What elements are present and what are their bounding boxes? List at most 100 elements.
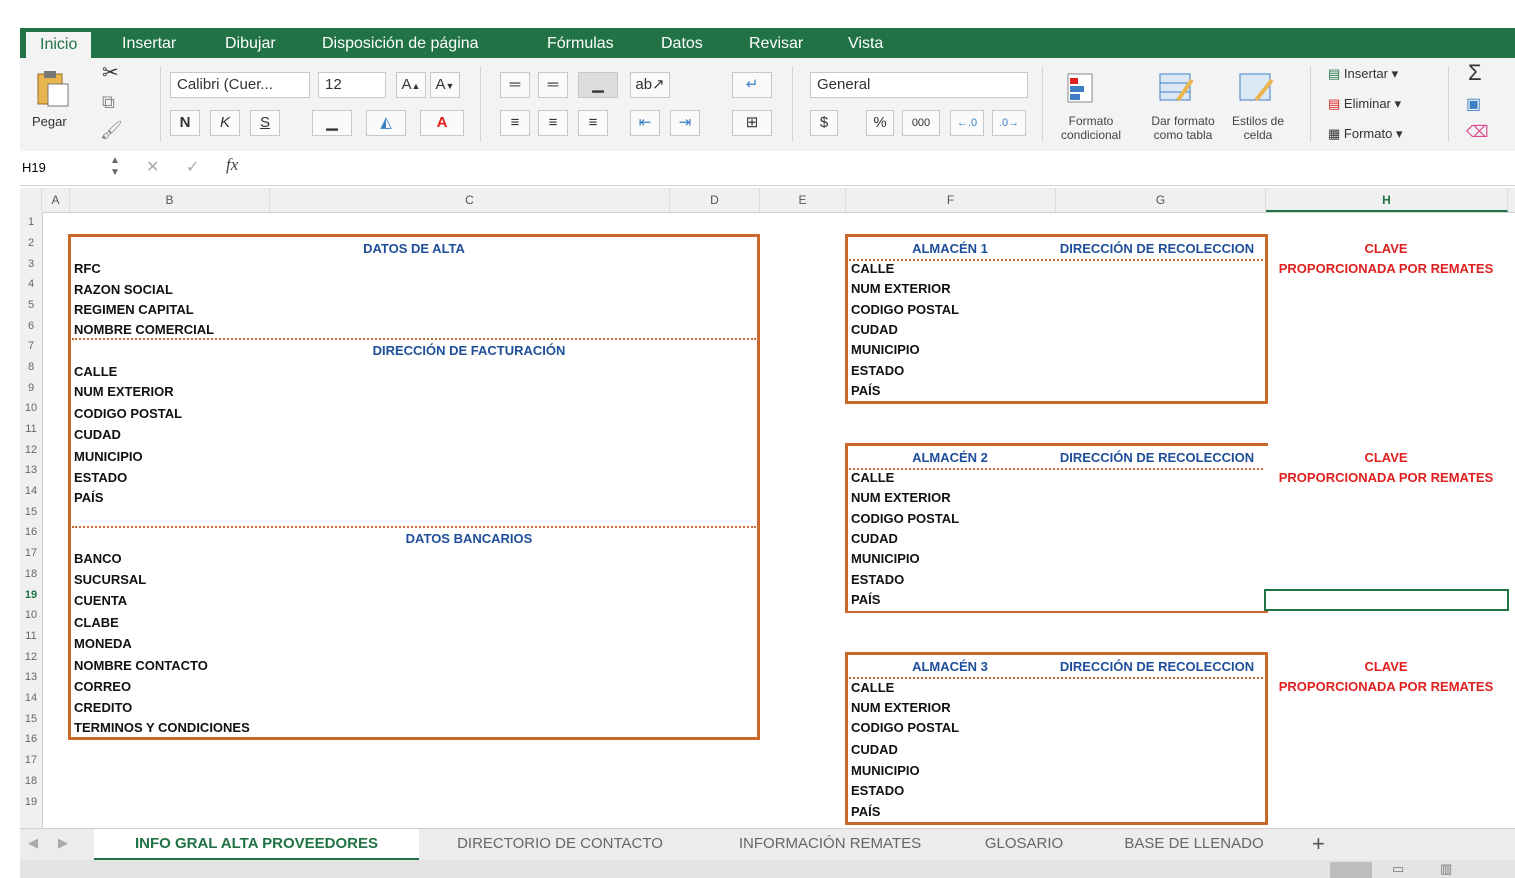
borders-button[interactable]: ▁: [312, 110, 352, 136]
formula-input[interactable]: [260, 155, 1510, 181]
row-header[interactable]: 14: [20, 692, 42, 704]
column-header-a[interactable]: A: [42, 188, 70, 212]
wrap-text-button[interactable]: ↵: [732, 72, 772, 98]
row-header[interactable]: 12: [20, 651, 42, 663]
copy-icon[interactable]: ⧉: [102, 92, 115, 113]
column-header-g[interactable]: G: [1056, 188, 1266, 212]
tab-formulas[interactable]: Fórmulas: [547, 28, 614, 58]
row-header[interactable]: 19: [20, 589, 42, 601]
italic-button[interactable]: K: [210, 110, 240, 136]
row-header[interactable]: 17: [20, 754, 42, 766]
row-header[interactable]: 14: [20, 485, 42, 497]
row-header[interactable]: 9: [20, 382, 42, 394]
paste-button[interactable]: [32, 68, 72, 108]
autosum-button[interactable]: Σ: [1468, 60, 1482, 86]
function-icon[interactable]: fx: [226, 155, 238, 175]
bold-button[interactable]: N: [170, 110, 200, 136]
row-header[interactable]: 6: [20, 320, 42, 332]
page-layout-icon[interactable]: ▭: [1392, 861, 1404, 877]
increase-indent-button[interactable]: ⇥: [670, 110, 700, 136]
row-header[interactable]: 10: [20, 402, 42, 414]
font-name-select[interactable]: Calibri (Cuer...: [170, 72, 310, 98]
format-as-table-button[interactable]: [1156, 70, 1206, 110]
tab-vista[interactable]: Vista: [848, 28, 883, 58]
row-header[interactable]: 13: [20, 464, 42, 476]
thousands-button[interactable]: 000: [902, 110, 940, 136]
column-header-c[interactable]: C: [270, 188, 670, 212]
normal-view-icon[interactable]: [1330, 862, 1372, 878]
row-header[interactable]: 11: [20, 630, 42, 642]
row-header[interactable]: 12: [20, 444, 42, 456]
insert-cells-button[interactable]: ▤ Insertar ▾: [1328, 66, 1398, 82]
tab-datos[interactable]: Datos: [661, 28, 703, 58]
tab-dibujar[interactable]: Dibujar: [225, 28, 276, 58]
tab-inicio[interactable]: Inicio: [26, 32, 92, 58]
cut-icon[interactable]: ✂: [102, 60, 119, 85]
row-header[interactable]: 3: [20, 258, 42, 270]
enter-icon[interactable]: ✓: [186, 157, 199, 177]
scroll-left-icon[interactable]: ◀: [28, 835, 38, 851]
underline-button[interactable]: S: [250, 110, 280, 136]
increase-decimal-button[interactable]: ←.0: [950, 110, 984, 136]
format-painter-icon[interactable]: 🖌: [100, 120, 123, 141]
sheet-tab-directorio[interactable]: DIRECTORIO DE CONTACTO: [419, 829, 701, 861]
fill-down-icon[interactable]: ▣: [1466, 94, 1481, 114]
column-header-b[interactable]: B: [70, 188, 270, 212]
row-header[interactable]: 16: [20, 733, 42, 745]
cell-styles-button[interactable]: [1236, 70, 1286, 110]
column-header-f[interactable]: F: [846, 188, 1056, 212]
column-header-e[interactable]: E: [760, 188, 846, 212]
add-sheet-button[interactable]: +: [1312, 831, 1325, 857]
tab-revisar[interactable]: Revisar: [749, 28, 803, 58]
font-color-button[interactable]: A: [420, 110, 464, 136]
row-header[interactable]: 1: [20, 216, 42, 228]
scroll-right-icon[interactable]: ▶: [58, 835, 68, 851]
currency-button[interactable]: $: [810, 110, 838, 136]
row-header[interactable]: 18: [20, 568, 42, 580]
row-header[interactable]: 8: [20, 361, 42, 373]
eraser-icon[interactable]: ⌫: [1466, 122, 1489, 142]
align-top-button[interactable]: ═: [500, 72, 530, 98]
font-size-select[interactable]: 12: [318, 72, 386, 98]
row-header[interactable]: 11: [20, 423, 42, 435]
column-header-d[interactable]: D: [670, 188, 760, 212]
name-box-stepper[interactable]: ▲ ▼: [110, 155, 120, 179]
align-right-button[interactable]: ≡: [578, 110, 608, 136]
tab-insertar[interactable]: Insertar: [122, 28, 176, 58]
format-cells-button[interactable]: ▦ Formato ▾: [1328, 126, 1402, 142]
row-header[interactable]: 13: [20, 671, 42, 683]
row-header[interactable]: 10: [20, 609, 42, 621]
row-header[interactable]: 15: [20, 713, 42, 725]
select-all-corner[interactable]: [20, 188, 42, 212]
merge-button[interactable]: ⊞: [732, 110, 772, 136]
decrease-decimal-button[interactable]: .0→: [992, 110, 1026, 136]
decrease-indent-button[interactable]: ⇤: [630, 110, 660, 136]
row-header[interactable]: 7: [20, 340, 42, 352]
tab-disposicion[interactable]: Disposición de página: [322, 28, 479, 58]
row-header[interactable]: 2: [20, 237, 42, 249]
name-box[interactable]: H19: [20, 156, 122, 180]
conditional-format-button[interactable]: [1064, 70, 1114, 110]
fill-color-button[interactable]: ◭: [366, 110, 406, 136]
row-header[interactable]: 17: [20, 547, 42, 559]
grow-font-button[interactable]: A▲: [396, 72, 426, 98]
row-header[interactable]: 5: [20, 299, 42, 311]
align-left-button[interactable]: ≡: [500, 110, 530, 136]
row-header[interactable]: 19: [20, 796, 42, 808]
row-header[interactable]: 4: [20, 278, 42, 290]
sheet-tab-base-llenado[interactable]: BASE DE LLENADO: [1089, 829, 1299, 861]
delete-cells-button[interactable]: ▤ Eliminar ▾: [1328, 96, 1401, 112]
orientation-button[interactable]: ab↗: [630, 72, 670, 98]
shrink-font-button[interactable]: A▼: [430, 72, 460, 98]
selected-cell-h19[interactable]: [1264, 589, 1509, 611]
row-header[interactable]: 18: [20, 775, 42, 787]
align-bottom-button[interactable]: ▁: [578, 72, 618, 98]
column-header-h[interactable]: H: [1266, 188, 1508, 212]
row-header[interactable]: 15: [20, 506, 42, 518]
percent-button[interactable]: %: [866, 110, 894, 136]
align-middle-button[interactable]: ═: [538, 72, 568, 98]
sheet-tab-glosario[interactable]: GLOSARIO: [959, 829, 1089, 861]
number-format-select[interactable]: General: [810, 72, 1028, 98]
sheet-tab-informacion-remates[interactable]: INFORMACIÓN REMATES: [701, 829, 959, 861]
page-break-icon[interactable]: ▥: [1440, 861, 1452, 877]
